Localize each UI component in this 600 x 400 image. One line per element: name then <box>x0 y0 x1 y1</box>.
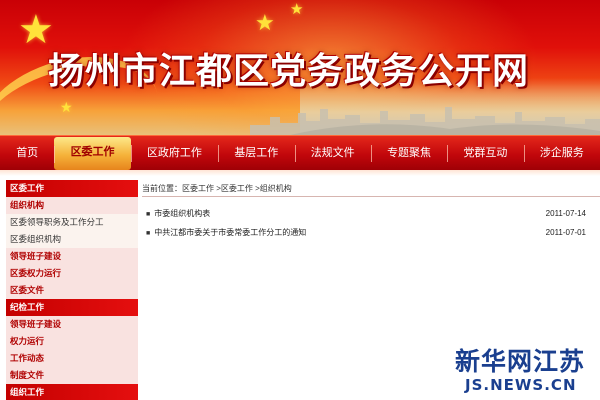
nav-item-district-committee[interactable]: 区委工作 <box>54 137 131 170</box>
sidebar-item-discipline-power[interactable]: 权力运行 <box>6 333 138 350</box>
nav-divider-strip <box>0 170 600 176</box>
list-item: ■ 市委组织机构表 2011-07-14 <box>146 204 594 223</box>
nav-item-home[interactable]: 首页 <box>0 136 54 171</box>
watermark-logo: 新华网江苏 <box>455 347 586 376</box>
breadcrumb: 当前位置：区委工作 >区委工作 >组织机构 <box>142 181 600 197</box>
nav-item-enterprise-services[interactable]: 涉企服务 <box>523 136 600 171</box>
site-title: 扬州市江都区党务政务公开网 <box>48 50 530 92</box>
article-link[interactable]: 市委组织机构表 <box>154 209 210 218</box>
list-item: ■ 中共江都市委关于市委常委工作分工的通知 2011-07-01 <box>146 223 594 242</box>
sidebar-item-leadership-building[interactable]: 领导班子建设 <box>6 248 138 265</box>
star-icon: ★ <box>290 1 304 18</box>
nav-item-party-interaction[interactable]: 党群互动 <box>447 136 523 171</box>
sidebar-item-regulation-documents[interactable]: 制度文件 <box>6 367 138 384</box>
sidebar: 区委工作 组织机构 区委领导职务及工作分工 区委组织机构 领导班子建设 区委权力… <box>6 180 138 400</box>
nav-item-special-topics[interactable]: 专题聚焦 <box>370 136 447 171</box>
sidebar-item-leader-duties[interactable]: 区委领导职务及工作分工 <box>6 214 138 231</box>
bullet-icon: ■ <box>146 230 151 237</box>
article-link[interactable]: 中共江都市委关于市委常委工作分工的通知 <box>154 228 306 237</box>
cityscape-silhouette <box>250 107 600 135</box>
article-date: 2011-07-14 <box>545 209 586 218</box>
sidebar-item-organization[interactable]: 组织机构 <box>6 197 138 214</box>
nav-item-grassroots[interactable]: 基层工作 <box>218 136 294 171</box>
sidebar-section-discipline[interactable]: 纪检工作 <box>6 299 138 316</box>
bullet-icon: ■ <box>146 211 151 218</box>
header-banner: ★ ★ ★ ★ 扬州市江都区党务政务公开网 <box>0 0 600 135</box>
watermark-url: JS.NEWS.CN <box>465 376 577 394</box>
star-icon: ★ <box>60 99 73 115</box>
nav-item-district-government[interactable]: 区政府工作 <box>130 136 218 171</box>
nav-item-regulations[interactable]: 法规文件 <box>294 136 371 171</box>
sidebar-item-power-operation[interactable]: 区委权力运行 <box>6 265 138 282</box>
sidebar-item-committee-organization[interactable]: 区委组织机构 <box>6 231 138 248</box>
main-nav: 首页 区委工作 区政府工作 基层工作 法规文件 专题聚焦 党群互动 涉企服务 <box>0 135 600 171</box>
sidebar-item-discipline-leadership[interactable]: 领导班子建设 <box>6 316 138 333</box>
sidebar-item-work-news[interactable]: 工作动态 <box>6 350 138 367</box>
article-list: ■ 市委组织机构表 2011-07-14 ■ 中共江都市委关于市委常委工作分工的通知… <box>146 204 594 242</box>
sidebar-section-organization-work[interactable]: 组织工作 <box>6 384 138 400</box>
sidebar-item-committee-documents[interactable]: 区委文件 <box>6 282 138 299</box>
sidebar-section-district-committee[interactable]: 区委工作 <box>6 180 138 197</box>
article-date: 2011-07-01 <box>545 228 586 237</box>
star-icon: ★ <box>255 10 275 35</box>
